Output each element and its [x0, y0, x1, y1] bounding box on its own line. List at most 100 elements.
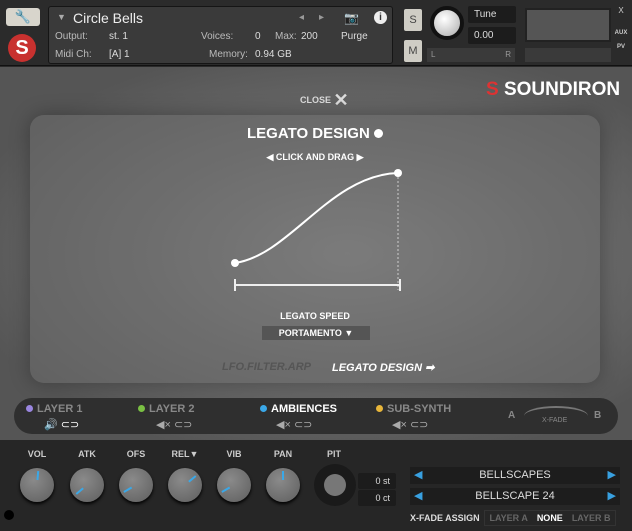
camera-icon[interactable]: 📷: [344, 11, 359, 25]
tune-value[interactable]: 0.00: [468, 27, 516, 44]
instrument-info-panel: ▼ Circle Bells ◂ ▸ 📷 i Output: st. 1 Voi…: [48, 6, 393, 64]
knob-label-atk: ATK: [78, 449, 96, 459]
preset-value: BELLSCAPE 24: [475, 490, 555, 502]
pitch-cents[interactable]: 0 ct: [358, 490, 396, 506]
memory-value: 0.94 GB: [255, 49, 292, 60]
solo-button[interactable]: S: [404, 9, 422, 31]
curve-end-handle: [394, 169, 402, 177]
next-instrument-icon[interactable]: ▸: [319, 12, 324, 23]
instrument-name[interactable]: Circle Bells: [73, 10, 143, 26]
legato-speed-label: LEGATO SPEED: [280, 311, 350, 321]
max-voices-value[interactable]: 200: [301, 31, 318, 42]
knob-vol[interactable]: [20, 468, 54, 502]
knob-label-rel: REL▼: [165, 449, 205, 459]
layer-2-tab[interactable]: LAYER 2: [138, 403, 194, 415]
knob-pointer: [75, 487, 84, 495]
legato-curve-editor[interactable]: [30, 115, 600, 383]
rel-label-text[interactable]: REL▼: [172, 449, 199, 459]
output-value[interactable]: st. 1: [109, 31, 128, 42]
wrench-icon[interactable]: 🔧: [6, 8, 40, 26]
knob-pointer: [36, 470, 40, 481]
legato-speed-value: PORTAMENTO: [278, 328, 342, 338]
tune-label: Tune: [468, 6, 516, 23]
knob-label-ofs: OFS: [126, 449, 146, 459]
xfade-option-layer-b[interactable]: LAYER B: [572, 513, 611, 523]
midi-channel-value[interactable]: [A] 1: [109, 49, 130, 60]
knob-vib[interactable]: [217, 468, 251, 502]
knob-label-pan: PAN: [273, 449, 293, 459]
brand-logo: S SOUNDIRON: [486, 79, 621, 100]
memory-label: Memory:: [209, 49, 248, 60]
level-meter: [525, 8, 611, 42]
xfade-option-none[interactable]: NONE: [537, 513, 563, 523]
dropdown-arrow-icon[interactable]: ▼: [57, 12, 66, 22]
xfade-b-label: B: [594, 410, 602, 421]
midi-label: Midi Ch:: [55, 49, 92, 60]
preset-selector[interactable]: ◀ BELLSCAPE 24 ▶: [410, 488, 620, 505]
close-button[interactable]: CLOSE ✕: [300, 90, 349, 111]
controls-bar: VOL ATK OFS REL▼ VIB PAN PIT 0 st 0 ct ◀ BELLS…: [0, 440, 632, 531]
knob-atk[interactable]: [70, 468, 104, 502]
tab-legato-label[interactable]: LEGATO DESIGN: [332, 362, 422, 374]
soundiron-logo: S: [8, 34, 36, 62]
close-label: CLOSE: [300, 94, 332, 105]
prev-instrument-icon[interactable]: ◂: [299, 12, 304, 23]
legato-speed-dropdown[interactable]: PORTAMENTO ▼: [262, 326, 370, 340]
voices-value: 0: [255, 31, 261, 42]
category-selector[interactable]: ◀ BELLSCAPES ▶: [410, 467, 620, 484]
tab-lfo-filter-arp[interactable]: LFO.FILTER.ARP: [222, 361, 311, 373]
instrument-header: 🔧 S ▼ Circle Bells ◂ ▸ 📷 i Output: st. 1…: [0, 0, 632, 66]
knob-pan[interactable]: [266, 468, 300, 502]
close-instrument-button[interactable]: X: [612, 6, 630, 15]
knob-label-vol: VOL: [27, 449, 47, 459]
tune-knob[interactable]: [430, 6, 464, 40]
pan-right-label: R: [505, 50, 511, 59]
layer-1-speaker-icon[interactable]: 🔊 ⊂⊃: [44, 418, 79, 431]
knob-label-vib: VIB: [226, 449, 242, 459]
xfade-a-label: A: [508, 410, 516, 421]
max-label: Max:: [275, 31, 297, 42]
resize-handle[interactable]: [4, 510, 14, 520]
close-icon[interactable]: ✕: [334, 90, 349, 110]
purge-dropdown[interactable]: Purge: [341, 31, 368, 42]
pan-slider[interactable]: LR: [427, 48, 515, 62]
ambiences-label: AMBIENCES: [271, 403, 338, 415]
layer-bar: LAYER 1 🔊 ⊂⊃ LAYER 2 ◀× ⊂⊃ AMBIENCES ◀× …: [14, 398, 618, 434]
category-value: BELLSCAPES: [479, 469, 551, 481]
pitch-knob[interactable]: [314, 464, 356, 506]
layer-1-dot: [26, 405, 33, 412]
knob-ofs[interactable]: [119, 468, 153, 502]
prev-category-icon[interactable]: ◀: [414, 467, 422, 484]
knob-rel[interactable]: [168, 468, 202, 502]
xfade-label: X-FADE: [542, 417, 568, 424]
layer-1-tab[interactable]: LAYER 1: [26, 403, 82, 415]
pitch-semitones[interactable]: 0 st: [358, 473, 396, 489]
tab-legato-design: LEGATO DESIGN ➡: [332, 362, 435, 374]
knob-pointer: [123, 486, 133, 493]
mute-button[interactable]: M: [404, 40, 422, 62]
next-preset-icon[interactable]: ▶: [608, 488, 616, 505]
next-category-icon[interactable]: ▶: [608, 467, 616, 484]
info-icon[interactable]: i: [374, 11, 387, 24]
ambiences-tab[interactable]: AMBIENCES: [260, 403, 337, 415]
xfade-option-layer-a[interactable]: LAYER A: [489, 513, 527, 523]
layer-2-mute-icon[interactable]: ◀× ⊂⊃: [156, 418, 192, 431]
volume-slider[interactable]: [525, 48, 611, 62]
legato-speed-range: [234, 279, 401, 291]
xfade-assign-label: X-FADE ASSIGN: [410, 513, 480, 523]
layer-2-dot: [138, 405, 145, 412]
knob-pointer: [282, 471, 284, 480]
sub-synth-tab[interactable]: SUB-SYNTH: [376, 403, 451, 415]
output-label: Output:: [55, 31, 88, 42]
sub-synth-mute-icon[interactable]: ◀× ⊂⊃: [392, 418, 428, 431]
legato-design-panel: LEGATO DESIGN ◀ CLICK AND DRAG ▶ LEGATO …: [30, 115, 600, 383]
xfade-assign-options: LAYER A NONE LAYER B: [484, 510, 616, 526]
legato-curve: [234, 172, 399, 264]
curve-start-handle: [231, 259, 239, 267]
prev-preset-icon[interactable]: ◀: [414, 488, 422, 505]
pv-button[interactable]: PV: [612, 44, 630, 50]
knob-pointer: [221, 486, 231, 493]
aux-button[interactable]: AUX: [612, 30, 630, 36]
brand-name: SOUNDIRON: [503, 79, 621, 100]
ambiences-mute-icon[interactable]: ◀× ⊂⊃: [276, 418, 312, 431]
